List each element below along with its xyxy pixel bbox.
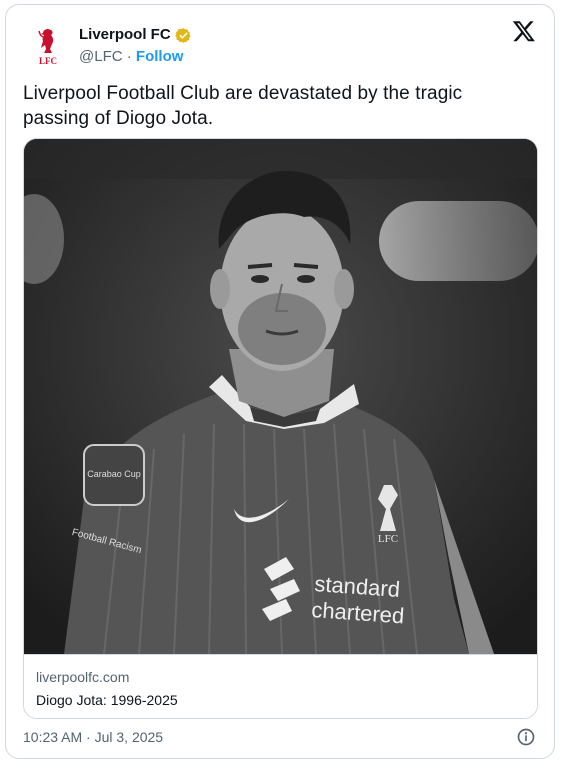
- link-info[interactable]: liverpoolfc.com Diogo Jota: 1996-2025: [24, 654, 537, 718]
- separator-dot: ·: [122, 48, 136, 65]
- link-domain[interactable]: liverpoolfc.com: [36, 669, 129, 685]
- verified-badge-icon: [174, 27, 191, 43]
- liverbird-logo-icon: LFC: [38, 29, 57, 66]
- svg-text:Carabao Cup: Carabao Cup: [87, 469, 141, 479]
- player-photo[interactable]: Carabao Cup Football Racism LFC standard…: [24, 139, 537, 654]
- display-name[interactable]: Liverpool FC: [79, 25, 171, 45]
- follow-button[interactable]: Follow: [136, 48, 184, 65]
- x-logo-icon[interactable]: [512, 19, 536, 43]
- svg-text:LFC: LFC: [378, 533, 398, 545]
- tweet-timestamp[interactable]: 10:23 AM · Jul 3, 2025: [23, 729, 163, 745]
- handle[interactable]: @LFC: [79, 48, 123, 65]
- tweet-text: Liverpool Football Club are devastated b…: [23, 83, 463, 129]
- svg-text:LFC: LFC: [39, 56, 57, 66]
- handle-row: @LFC · Follow: [79, 47, 183, 67]
- name-row: Liverpool FC: [79, 25, 192, 45]
- embedded-tweet: LFC Liverpool FC @LFC · Follow Liverpool…: [5, 4, 555, 759]
- link-title[interactable]: Diogo Jota: 1996-2025: [36, 692, 178, 708]
- info-icon[interactable]: [516, 727, 536, 747]
- player-photo-image: Carabao Cup Football Racism LFC standard…: [24, 139, 537, 654]
- link-preview-card[interactable]: Carabao Cup Football Racism LFC standard…: [23, 138, 538, 719]
- lfc-avatar[interactable]: LFC: [24, 23, 72, 71]
